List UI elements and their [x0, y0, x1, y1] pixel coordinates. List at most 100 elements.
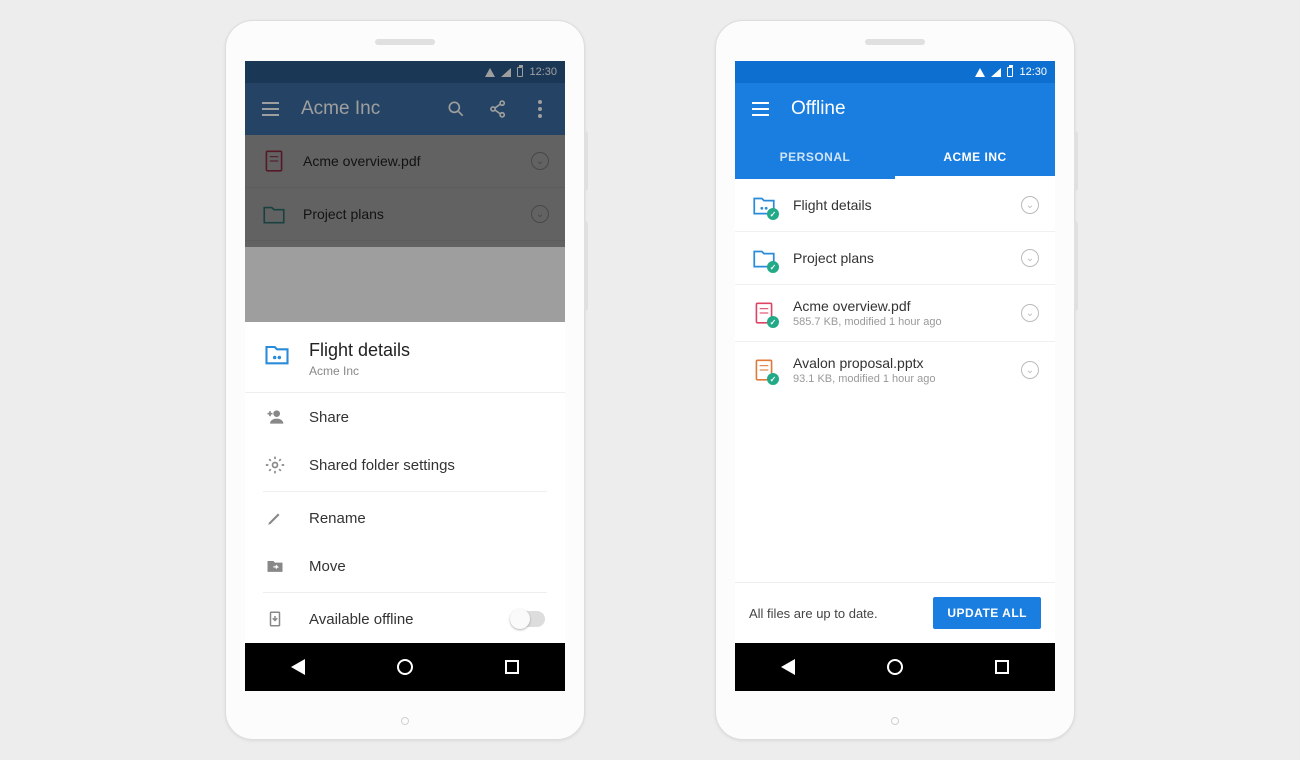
- home-indicator: [891, 717, 899, 725]
- sync-badge-icon: ✓: [767, 373, 779, 385]
- status-bar: 12:30: [735, 61, 1055, 83]
- speaker: [865, 39, 925, 45]
- divider: [263, 491, 547, 492]
- action-label: Available offline: [309, 611, 414, 628]
- offline-action[interactable]: Available offline: [245, 595, 565, 643]
- app-bar: Offline: [735, 83, 1055, 135]
- nav-recent-icon[interactable]: [995, 660, 1009, 674]
- nav-home-icon[interactable]: [887, 659, 903, 675]
- sync-badge-icon: ✓: [767, 208, 779, 220]
- pencil-icon: [265, 508, 285, 528]
- download-icon: [265, 609, 285, 629]
- folder-icon: ✓: [751, 192, 777, 218]
- overflow-icon[interactable]: [529, 98, 551, 120]
- update-all-button[interactable]: UPDATE ALL: [933, 597, 1041, 629]
- nav-back-icon[interactable]: [291, 659, 305, 675]
- file-meta: 585.7 KB, modified 1 hour ago: [793, 316, 1005, 328]
- battery-icon: [1007, 67, 1013, 77]
- clock: 12:30: [1019, 66, 1047, 78]
- tab-acme[interactable]: ACME INC: [895, 135, 1055, 179]
- share-icon[interactable]: [487, 98, 509, 120]
- clock: 12:30: [529, 66, 557, 78]
- file-name: Acme overview.pdf: [303, 153, 515, 169]
- tabs: PERSONAL ACME INC: [735, 135, 1055, 179]
- menu-icon[interactable]: [259, 98, 281, 120]
- screen-right: 12:30 Offline PERSONAL ACME INC ✓ Flight…: [735, 61, 1055, 691]
- folder-icon: [263, 340, 291, 368]
- action-label: Share: [309, 409, 349, 426]
- rename-action[interactable]: Rename: [245, 494, 565, 542]
- sheet-header: Flight details Acme Inc: [245, 322, 565, 393]
- nav-home-icon[interactable]: [397, 659, 413, 675]
- file-icon: ✓: [751, 300, 777, 326]
- divider: [263, 592, 547, 593]
- chevron-down-icon[interactable]: ⌄: [1021, 249, 1039, 267]
- offline-file-list: ✓ Flight details ⌄ ✓ Project plans ⌄ ✓: [735, 179, 1055, 582]
- file-icon: ✓: [751, 357, 777, 383]
- list-item[interactable]: Project plans ⌄: [245, 188, 565, 241]
- sync-footer: All files are up to date. UPDATE ALL: [735, 582, 1055, 643]
- list-item[interactable]: Acme overview.pdf ⌄: [245, 135, 565, 188]
- file-icon: [261, 148, 287, 174]
- app-bar-title: Offline: [791, 98, 846, 120]
- file-name: Avalon proposal.pptx: [793, 355, 1005, 371]
- move-action[interactable]: Move: [245, 542, 565, 590]
- chevron-down-icon[interactable]: ⌄: [1021, 196, 1039, 214]
- offline-toggle[interactable]: [511, 611, 545, 627]
- wifi-icon: [975, 68, 985, 77]
- file-name: Project plans: [793, 250, 1005, 266]
- wifi-icon: [485, 68, 495, 77]
- action-label: Shared folder settings: [309, 457, 455, 474]
- sync-badge-icon: ✓: [767, 261, 779, 273]
- app-bar: Acme Inc: [245, 83, 565, 135]
- side-button: [584, 221, 588, 311]
- phone-left: 12:30 Acme Inc Acme overview.pdf ⌄: [225, 20, 585, 740]
- file-meta: 93.1 KB, modified 1 hour ago: [793, 373, 1005, 385]
- sync-status: All files are up to date.: [749, 606, 878, 621]
- side-button: [1074, 221, 1078, 311]
- file-name: Flight details: [793, 197, 1005, 213]
- list-item[interactable]: ✓ Project plans ⌄: [735, 232, 1055, 285]
- sheet-subtitle: Acme Inc: [309, 364, 410, 378]
- nav-back-icon[interactable]: [781, 659, 795, 675]
- side-button: [1074, 131, 1078, 191]
- file-name: Project plans: [303, 206, 515, 222]
- shared-settings-action[interactable]: Shared folder settings: [245, 441, 565, 489]
- search-icon[interactable]: [445, 98, 467, 120]
- nav-recent-icon[interactable]: [505, 660, 519, 674]
- status-bar: 12:30: [245, 61, 565, 83]
- folder-move-icon: [265, 556, 285, 576]
- action-label: Rename: [309, 510, 366, 527]
- speaker: [375, 39, 435, 45]
- android-nav-bar: [735, 643, 1055, 691]
- screen-left: 12:30 Acme Inc Acme overview.pdf ⌄: [245, 61, 565, 691]
- tab-label: PERSONAL: [780, 150, 851, 164]
- list-item[interactable]: ✓ Acme overview.pdf 585.7 KB, modified 1…: [735, 285, 1055, 342]
- list-item[interactable]: ✓ Flight details ⌄: [735, 179, 1055, 232]
- folder-icon: ✓: [751, 245, 777, 271]
- sheet-title: Flight details: [309, 340, 410, 361]
- person-add-icon: [265, 407, 285, 427]
- bottom-sheet: Flight details Acme Inc Share Shared fol…: [245, 322, 565, 643]
- sync-badge-icon: ✓: [767, 316, 779, 328]
- android-nav-bar: [245, 643, 565, 691]
- signal-icon: [991, 68, 1001, 77]
- phone-right: 12:30 Offline PERSONAL ACME INC ✓ Flight…: [715, 20, 1075, 740]
- gear-icon: [265, 455, 285, 475]
- chevron-down-icon[interactable]: ⌄: [531, 205, 549, 223]
- share-action[interactable]: Share: [245, 393, 565, 441]
- file-name: Acme overview.pdf: [793, 298, 1005, 314]
- chevron-down-icon[interactable]: ⌄: [1021, 304, 1039, 322]
- menu-icon[interactable]: [749, 98, 771, 120]
- chevron-down-icon[interactable]: ⌄: [531, 152, 549, 170]
- battery-icon: [517, 67, 523, 77]
- tab-personal[interactable]: PERSONAL: [735, 135, 895, 179]
- home-indicator: [401, 717, 409, 725]
- app-bar-title: Acme Inc: [301, 98, 380, 120]
- signal-icon: [501, 68, 511, 77]
- list-item[interactable]: ✓ Avalon proposal.pptx 93.1 KB, modified…: [735, 342, 1055, 398]
- chevron-down-icon[interactable]: ⌄: [1021, 361, 1039, 379]
- folder-icon: [261, 201, 287, 227]
- tab-label: ACME INC: [943, 150, 1006, 164]
- action-label: Move: [309, 558, 346, 575]
